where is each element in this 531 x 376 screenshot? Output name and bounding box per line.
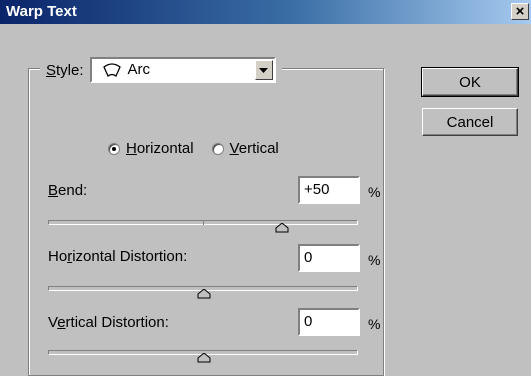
arc-warp-icon <box>102 63 121 78</box>
horizontal-distortion-input[interactable]: 0 <box>298 244 360 272</box>
chevron-down-icon <box>259 67 269 73</box>
vertical-distortion-slider-thumb[interactable] <box>197 353 211 363</box>
dropdown-arrow-button[interactable] <box>254 60 273 80</box>
vertical-distortion-unit: % <box>368 316 381 332</box>
window-title: Warp Text <box>6 3 77 20</box>
horizontal-radio-label: Horizontal <box>126 140 194 157</box>
orientation-radio-group: Horizontal Vertical <box>108 140 279 157</box>
radio-button-unchecked[interactable] <box>211 142 224 155</box>
radio-button-checked[interactable] <box>108 142 120 155</box>
style-label: Style: <box>46 61 84 79</box>
style-value: Arc <box>127 61 151 78</box>
horizontal-distortion-slider-thumb[interactable] <box>197 289 211 299</box>
style-row: Style: Arc <box>40 57 282 83</box>
close-button[interactable]: × <box>511 3 529 20</box>
horizontal-radio[interactable]: Horizontal <box>108 140 194 157</box>
title-bar: Warp Text × <box>0 0 531 24</box>
cancel-button[interactable]: Cancel <box>422 108 518 136</box>
bend-label: Bend: <box>48 182 88 199</box>
horizontal-distortion-unit: % <box>368 252 381 268</box>
style-dropdown[interactable]: Arc <box>89 57 276 83</box>
bend-unit: % <box>368 184 381 200</box>
bend-slider-track[interactable] <box>48 220 358 225</box>
dialog-body: Style: Arc Horizontal Vertical Bend: +50… <box>0 24 531 376</box>
vertical-distortion-label: Vertical Distortion: <box>48 314 169 331</box>
close-icon: × <box>515 3 525 20</box>
bend-slider-thumb[interactable] <box>275 223 289 233</box>
horizontal-distortion-label: Horizontal Distortion: <box>48 248 188 265</box>
vertical-radio-label: Vertical <box>229 140 279 157</box>
vertical-radio[interactable]: Vertical <box>211 140 279 157</box>
bend-input[interactable]: +50 <box>298 176 360 204</box>
slider-center-tick <box>203 220 204 225</box>
vertical-distortion-input[interactable]: 0 <box>298 308 360 336</box>
ok-button[interactable]: OK <box>421 67 519 97</box>
